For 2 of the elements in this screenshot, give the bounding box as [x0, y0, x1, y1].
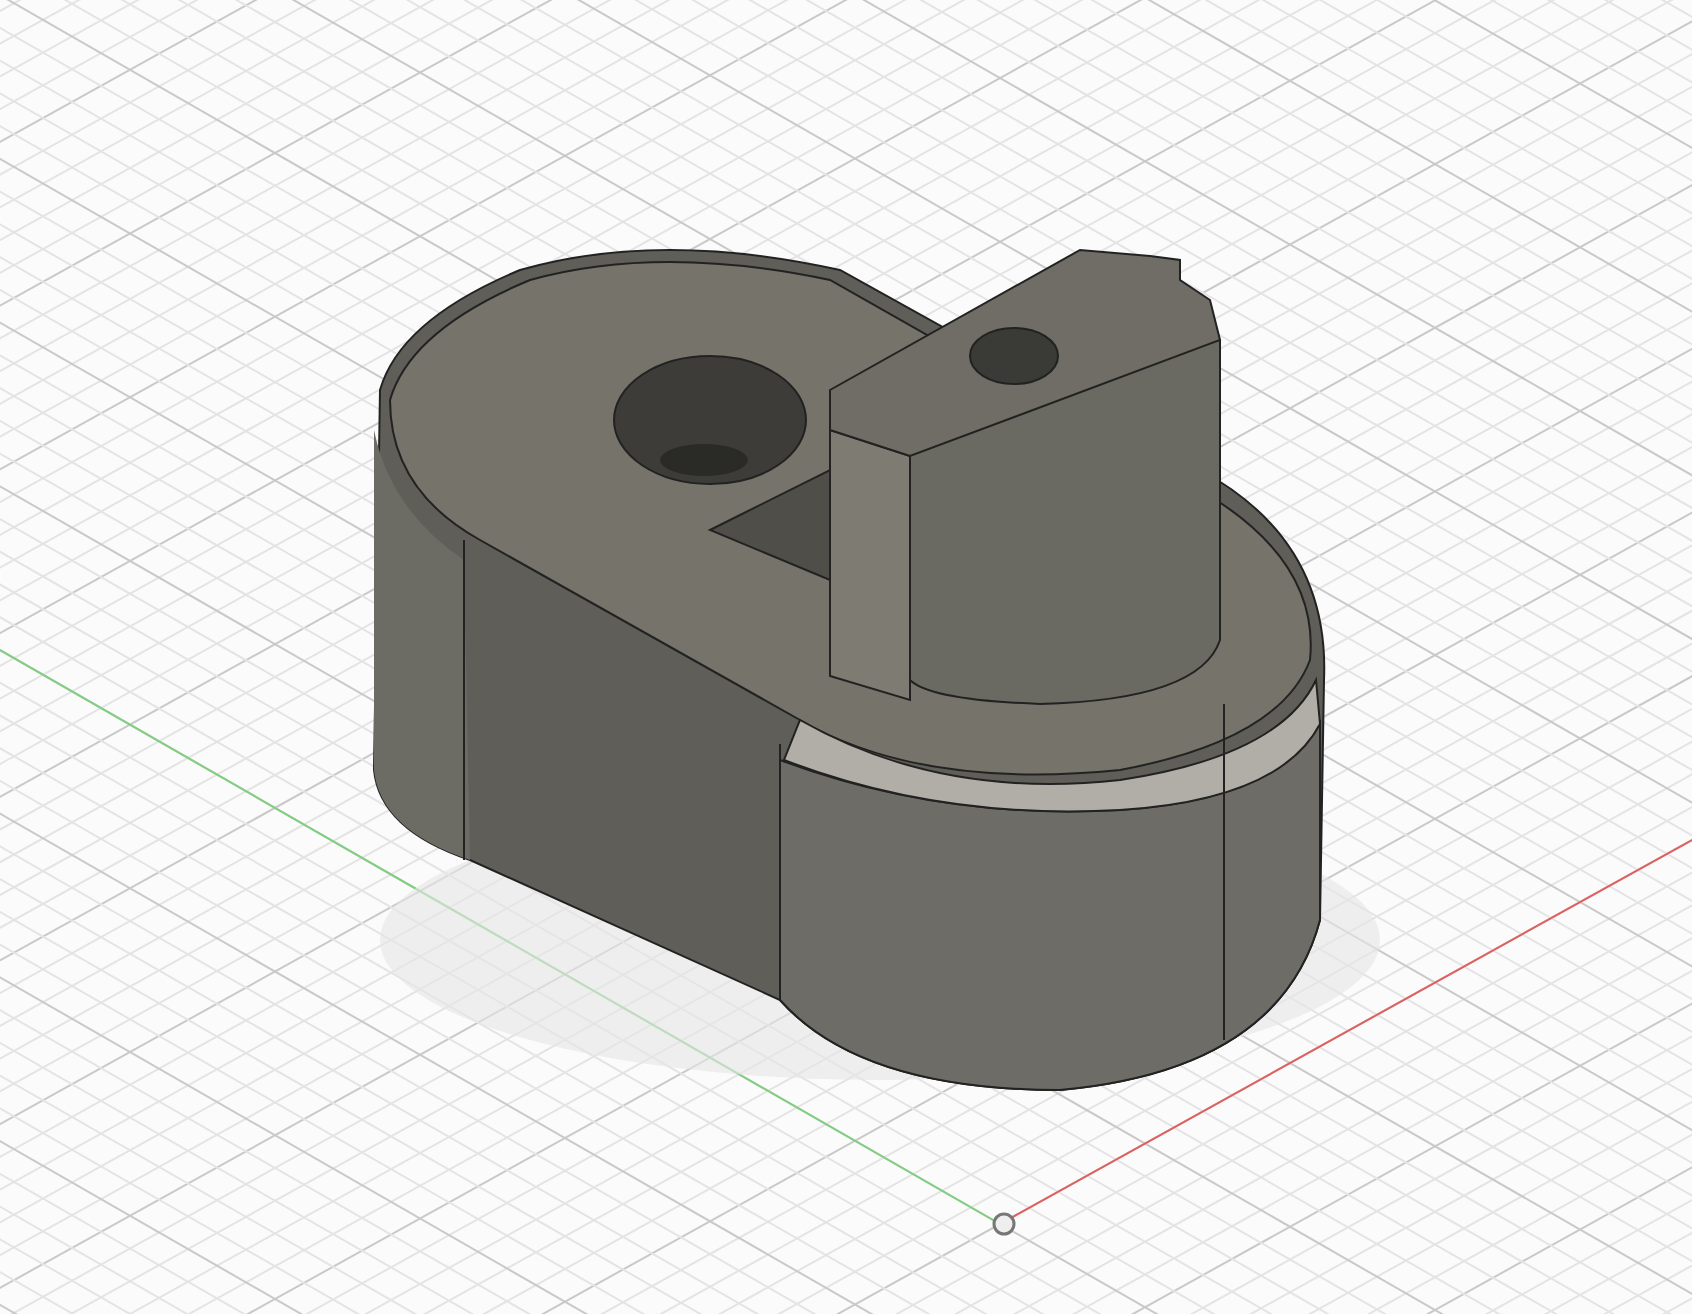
viewport-canvas[interactable] [0, 0, 1692, 1314]
part-drawing[interactable] [373, 248, 1380, 1091]
